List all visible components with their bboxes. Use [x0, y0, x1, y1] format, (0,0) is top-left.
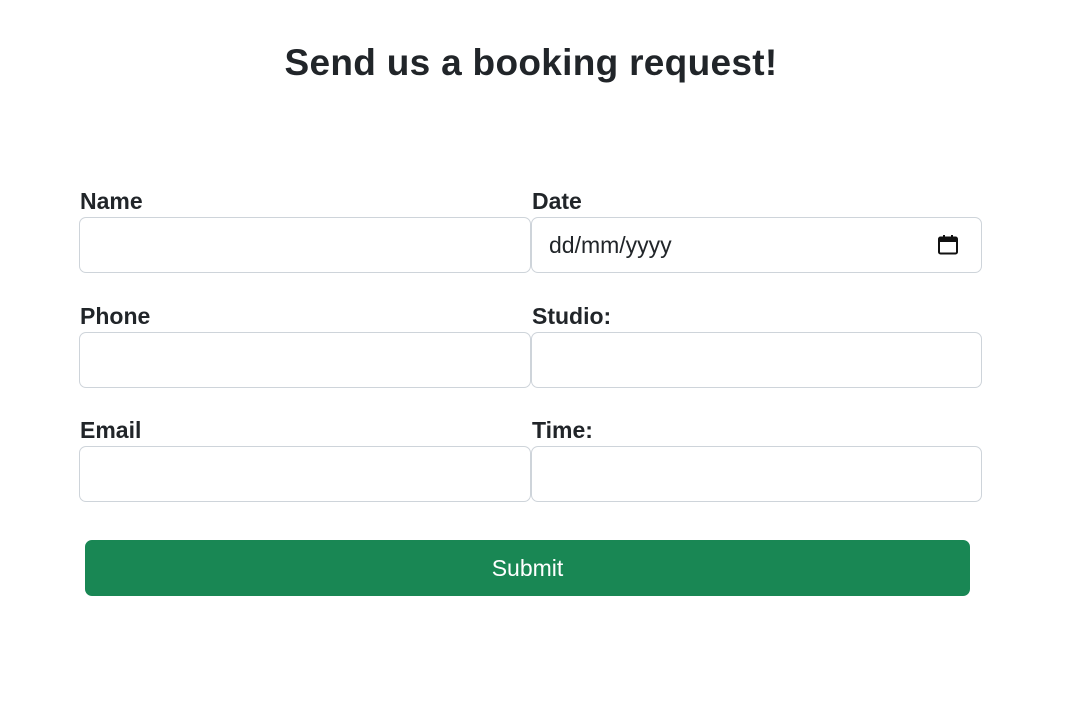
time-input[interactable] [531, 446, 982, 502]
time-label: Time: [532, 417, 593, 443]
phone-label: Phone [80, 303, 151, 329]
studio-field-group: Studio: [531, 301, 982, 388]
booking-page: Send us a booking request! Name Date dd/… [0, 0, 1090, 714]
email-label: Email [80, 417, 142, 443]
time-field-group: Time: [531, 415, 982, 502]
name-field-group: Name [79, 186, 531, 273]
studio-input[interactable] [531, 332, 982, 388]
page-title: Send us a booking request! [284, 42, 778, 83]
name-label: Name [80, 188, 143, 214]
date-label: Date [532, 188, 582, 214]
phone-input[interactable] [79, 332, 531, 388]
submit-button[interactable]: Submit [85, 540, 970, 596]
date-placeholder: dd/mm/yyyy [549, 231, 672, 258]
studio-label: Studio: [532, 303, 612, 329]
date-field-group: Date dd/mm/yyyy [531, 186, 982, 273]
email-field-group: Email [79, 415, 531, 502]
email-input[interactable] [79, 446, 531, 502]
calendar-icon[interactable] [937, 234, 959, 256]
name-input[interactable] [79, 217, 531, 273]
date-input[interactable]: dd/mm/yyyy [531, 217, 982, 273]
phone-field-group: Phone [79, 301, 531, 388]
